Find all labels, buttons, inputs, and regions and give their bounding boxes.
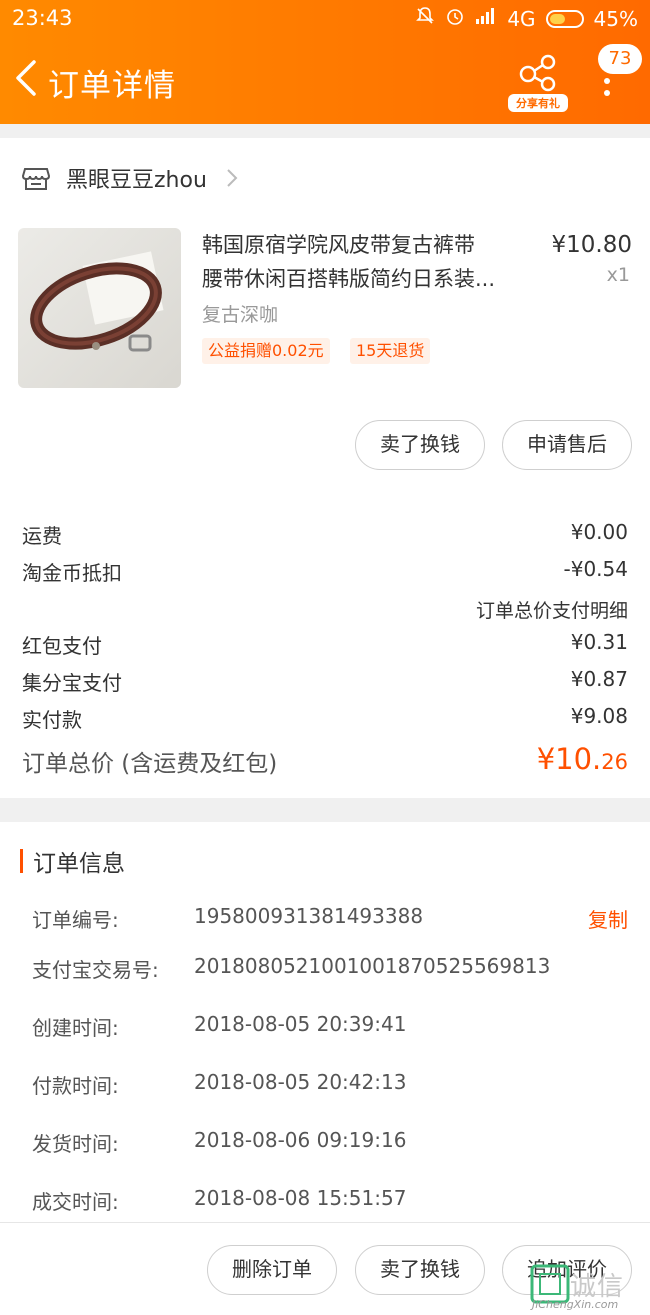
- redpacket-value: ¥0.31: [570, 630, 628, 654]
- section-accent-bar: [20, 849, 23, 873]
- share-icon: [519, 54, 556, 92]
- app-header: 23:43 4G 45% 订单详情 分享有礼 73: [0, 0, 650, 124]
- shop-icon: [22, 168, 50, 190]
- more-menu-button[interactable]: 73: [592, 42, 648, 112]
- created-time-label: 创建时间:: [32, 1016, 119, 1040]
- alipay-trade-label: 支付宝交易号:: [32, 958, 159, 982]
- sell-for-cash-bottom-button[interactable]: 卖了换钱: [355, 1245, 485, 1295]
- alipay-trade-value: 2018080521001001870525569813: [194, 954, 551, 978]
- order-total-label: 订单总价 (含运费及红包): [22, 751, 278, 777]
- shipped-time-row: 发货时间: 2018-08-06 09:19:16: [32, 1128, 632, 1158]
- order-info-card: 订单信息 复制 订单编号: 195800931381493388 支付宝交易号:…: [0, 822, 650, 1222]
- jifenbao-label: 集分宝支付: [22, 671, 122, 695]
- delete-order-button[interactable]: 删除订单: [207, 1245, 337, 1295]
- share-button[interactable]: 分享有礼: [508, 54, 568, 112]
- paid-amount-value: ¥9.08: [570, 704, 628, 728]
- product-quantity: x1: [606, 264, 630, 286]
- deal-time-label: 成交时间:: [32, 1190, 119, 1214]
- order-number-label: 订单编号:: [32, 908, 119, 932]
- back-arrow-icon[interactable]: [10, 56, 46, 100]
- coin-deduction-label: 淘金币抵扣: [22, 561, 122, 585]
- order-number-value: 195800931381493388: [194, 904, 424, 928]
- page-title: 订单详情: [48, 68, 176, 104]
- shipping-label: 运费: [22, 524, 62, 548]
- order-total-decimal: 26: [601, 750, 628, 774]
- product-price: ¥10.80: [551, 232, 632, 258]
- coin-deduction-value: -¥0.54: [563, 557, 628, 581]
- product-sku: 复古深咖: [202, 304, 279, 326]
- shipping-value: ¥0.00: [570, 520, 628, 544]
- battery-icon: [545, 9, 584, 28]
- paid-amount-row: 实付款 ¥9.08: [22, 704, 628, 734]
- return-policy-tag: 15天退货: [350, 338, 431, 364]
- belt-image: [30, 251, 164, 352]
- after-sales-button[interactable]: 申请售后: [502, 420, 632, 470]
- created-time-row: 创建时间: 2018-08-05 20:39:41: [32, 1012, 632, 1042]
- signal-icon: [475, 7, 497, 30]
- status-bar: 23:43 4G 45%: [0, 0, 650, 38]
- coin-deduction-row: 淘金币抵扣 -¥0.54: [22, 557, 628, 587]
- share-label: 分享有礼: [508, 94, 568, 112]
- sell-for-cash-button[interactable]: 卖了换钱: [355, 420, 485, 470]
- order-info-title: 订单信息: [33, 851, 125, 877]
- order-info-header: 订单信息: [20, 848, 125, 877]
- product-title-line2: 腰带休闲百搭韩版简约日系装...: [202, 267, 496, 291]
- status-indicators: 4G 45%: [415, 6, 638, 31]
- shipping-row: 运费 ¥0.00: [22, 520, 628, 550]
- deal-time-value: 2018-08-08 15:51:57: [194, 1186, 407, 1210]
- created-time-value: 2018-08-05 20:39:41: [194, 1012, 407, 1036]
- network-type: 4G: [507, 6, 536, 31]
- product-title-line1: 韩国原宿学院风皮带复古裤带: [202, 233, 475, 257]
- product-title[interactable]: 韩国原宿学院风皮带复古裤带 腰带休闲百搭韩版简约日系装...: [202, 228, 532, 296]
- deal-time-row: 成交时间: 2018-08-08 15:51:57: [32, 1186, 632, 1216]
- paid-time-label: 付款时间:: [32, 1074, 119, 1098]
- paid-time-row: 付款时间: 2018-08-05 20:42:13: [32, 1070, 632, 1100]
- message-count-badge: 73: [598, 44, 642, 74]
- shop-name: 黑眼豆豆zhou: [66, 168, 207, 193]
- charity-tag: 公益捐赠0.02元: [202, 338, 330, 364]
- order-item-card: 黑眼豆豆zhou 韩国原宿学院风皮带复古裤带 腰带休闲百搭韩版简约日系装... …: [0, 138, 650, 798]
- nav-bar: 订单详情 分享有礼 73: [0, 38, 650, 124]
- alipay-trade-row: 支付宝交易号: 2018080521001001870525569813: [32, 954, 632, 984]
- paid-amount-label: 实付款: [22, 708, 82, 732]
- order-total-row: 订单总价 (含运费及红包) ¥10.26: [22, 742, 628, 780]
- shipped-time-label: 发货时间:: [32, 1132, 119, 1156]
- status-time: 23:43: [12, 6, 73, 30]
- battery-percent: 45%: [593, 6, 638, 31]
- shipped-time-value: 2018-08-06 09:19:16: [194, 1128, 407, 1152]
- watermark-subtext: JiChengXin.com: [532, 1298, 619, 1311]
- order-total-value: ¥10.26: [537, 742, 628, 776]
- redpacket-label: 红包支付: [22, 634, 102, 658]
- chevron-right-icon: [227, 169, 238, 187]
- shop-link[interactable]: 黑眼豆豆zhou: [22, 160, 239, 196]
- jifenbao-value: ¥0.87: [570, 667, 628, 691]
- order-number-row: 订单编号: 195800931381493388: [32, 904, 632, 934]
- paid-time-value: 2018-08-05 20:42:13: [194, 1070, 407, 1094]
- site-watermark: 诚信 JiChengXin.com: [526, 1264, 650, 1314]
- jifenbao-row: 集分宝支付 ¥0.87: [22, 667, 628, 697]
- product-thumbnail[interactable]: [18, 228, 181, 388]
- payment-detail-link[interactable]: 订单总价支付明细: [476, 596, 628, 623]
- more-dots-icon: [604, 78, 610, 102]
- alarm-icon: [445, 6, 465, 31]
- order-total-main: ¥10.: [536, 742, 602, 776]
- redpacket-row: 红包支付 ¥0.31: [22, 630, 628, 660]
- mute-bell-icon: [415, 6, 435, 31]
